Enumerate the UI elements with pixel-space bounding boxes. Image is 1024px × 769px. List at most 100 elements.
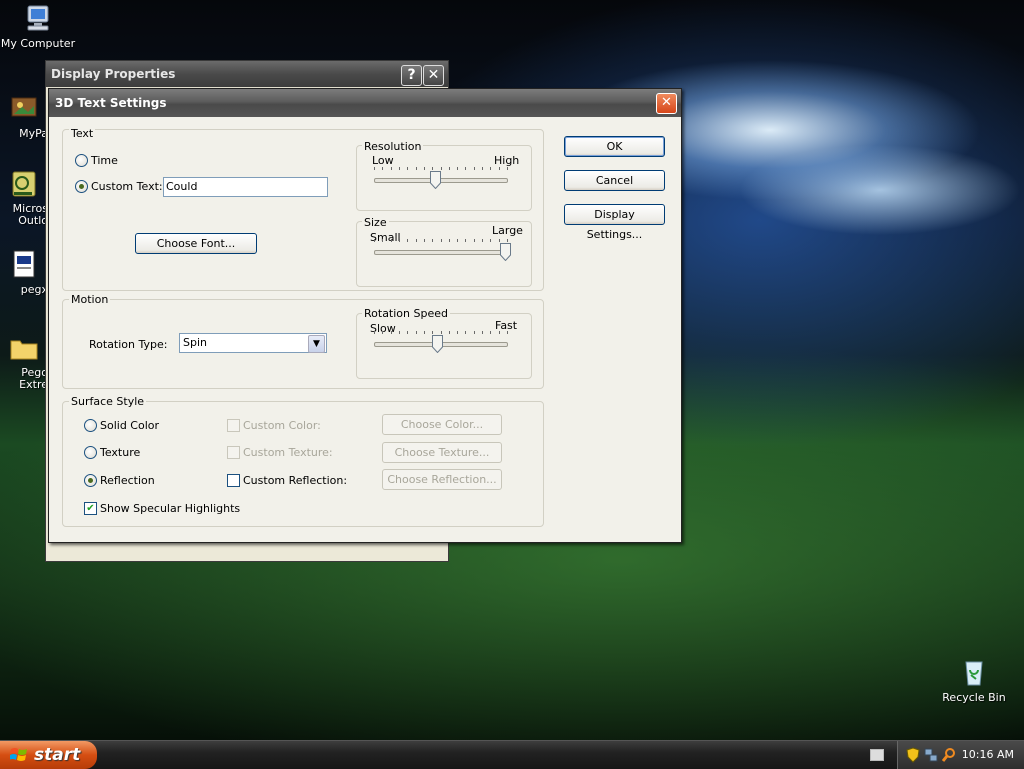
slider-thumb[interactable] xyxy=(430,171,441,189)
slider-tick xyxy=(432,239,433,242)
keyboard-icon[interactable] xyxy=(870,749,884,761)
slider-tick xyxy=(382,331,383,334)
rotation-speed-slider[interactable] xyxy=(374,331,508,355)
slider-thumb[interactable] xyxy=(432,335,443,353)
close-icon: ✕ xyxy=(661,95,672,110)
chevron-down-icon[interactable]: ▼ xyxy=(308,335,325,353)
display-properties-title: Display Properties xyxy=(51,67,176,81)
slider-tick xyxy=(449,331,450,334)
slider-tick xyxy=(407,331,408,334)
slider-tick xyxy=(499,239,500,242)
show-specular-checkbox[interactable]: ✔ xyxy=(84,502,97,515)
slider-tick xyxy=(407,167,408,170)
search-icon[interactable] xyxy=(942,747,956,763)
desktop-icon-pego[interactable]: Pego Extre xyxy=(0,332,48,391)
show-specular-label: Show Specular Highlights xyxy=(100,502,241,515)
start-button[interactable]: start xyxy=(0,741,97,769)
custom-text-label: Custom Text: xyxy=(91,180,163,193)
help-button[interactable]: ? xyxy=(401,65,422,86)
slider-tick xyxy=(391,167,392,170)
desktop-icon-my-computer[interactable]: My Computer xyxy=(0,2,76,50)
rotation-type-select[interactable]: Spin ▼ xyxy=(179,333,327,353)
slider-tick xyxy=(441,331,442,334)
slider-track xyxy=(374,178,508,183)
rotation-type-value: Spin xyxy=(183,336,207,349)
slider-tick xyxy=(499,331,500,334)
motion-group-title: Motion xyxy=(69,293,111,306)
close-icon: ✕ xyxy=(427,67,440,83)
resolution-slider[interactable] xyxy=(374,167,508,191)
slider-tick xyxy=(399,239,400,242)
display-properties-close-button[interactable]: ✕ xyxy=(423,65,444,86)
custom-reflection-checkbox[interactable] xyxy=(227,474,240,487)
slider-tick xyxy=(490,331,491,334)
network-icon[interactable] xyxy=(924,747,938,763)
slider-tick xyxy=(457,239,458,242)
mypictures-icon xyxy=(11,97,37,117)
choose-color-button[interactable]: Choose Color... xyxy=(382,414,502,435)
solid-color-radio[interactable] xyxy=(84,419,97,432)
slider-tick xyxy=(407,239,408,242)
slider-tick xyxy=(391,331,392,334)
desktop-icon-label: Recycle Bin xyxy=(942,691,1006,704)
rotation-type-label: Rotation Type: xyxy=(89,338,168,351)
desktop-icon-outlook[interactable]: Micros Outlo xyxy=(0,168,48,227)
slider-thumb[interactable] xyxy=(500,243,511,261)
time-radio[interactable] xyxy=(75,154,88,167)
custom-texture-checkbox[interactable] xyxy=(227,446,240,459)
slider-tick xyxy=(391,239,392,242)
display-properties-titlebar[interactable]: Display Properties xyxy=(46,61,448,87)
slider-tick xyxy=(382,239,383,242)
ok-button[interactable]: OK xyxy=(564,136,665,157)
resolution-title: Resolution xyxy=(362,140,424,153)
custom-text-radio[interactable] xyxy=(75,180,88,193)
3d-text-settings-dialog: 3D Text Settings ✕ Text Time Custom Text… xyxy=(48,88,682,543)
reflection-radio[interactable] xyxy=(84,474,97,487)
slider-tick xyxy=(465,239,466,242)
text-group-title: Text xyxy=(69,127,96,140)
slider-tick xyxy=(482,331,483,334)
help-icon: ? xyxy=(407,67,416,83)
clock[interactable]: 10:16 AM xyxy=(962,741,1014,769)
custom-text-input[interactable]: Could xyxy=(163,177,328,197)
time-label: Time xyxy=(91,154,118,167)
slider-tick xyxy=(474,331,475,334)
size-slider[interactable] xyxy=(374,239,511,263)
reflection-label: Reflection xyxy=(100,474,155,487)
windows-logo-icon xyxy=(10,748,27,761)
choose-font-button[interactable]: Choose Font... xyxy=(135,233,257,254)
slider-tick xyxy=(374,331,375,334)
slider-tick xyxy=(507,331,508,334)
dialog-close-button[interactable]: ✕ xyxy=(656,93,677,114)
slider-tick xyxy=(507,167,508,170)
custom-texture-label: Custom Texture: xyxy=(243,446,333,459)
security-shield-icon[interactable] xyxy=(906,747,920,763)
slider-tick xyxy=(424,331,425,334)
slider-tick xyxy=(482,167,483,170)
texture-radio[interactable] xyxy=(84,446,97,459)
desktop-icon-recycle-bin[interactable]: Recycle Bin xyxy=(936,656,1012,704)
slider-tick xyxy=(457,167,458,170)
slider-tick xyxy=(399,167,400,170)
desktop-icon-mypa[interactable]: MyPa xyxy=(0,92,48,140)
choose-texture-button[interactable]: Choose Texture... xyxy=(382,442,502,463)
my-computer-icon xyxy=(27,5,49,31)
dialog-client: Text Time Custom Text: Could Choose Font… xyxy=(49,117,681,542)
dialog-title: 3D Text Settings xyxy=(55,96,167,110)
slider-tick xyxy=(465,331,466,334)
slider-tick xyxy=(482,239,483,242)
slider-tick xyxy=(499,167,500,170)
desktop-icon-pegx[interactable]: pegx xyxy=(0,248,48,296)
cancel-button[interactable]: Cancel xyxy=(564,170,665,191)
dialog-titlebar[interactable]: 3D Text Settings xyxy=(49,89,681,117)
custom-color-checkbox[interactable] xyxy=(227,419,240,432)
desktop-icon-label: pegx xyxy=(20,283,48,296)
desktop-icon-label: MyPa xyxy=(19,127,48,140)
slider-tick xyxy=(474,167,475,170)
resolution-low-label: Low xyxy=(372,154,394,167)
display-settings-button[interactable]: Display Settings... xyxy=(564,204,665,241)
slider-tick xyxy=(424,167,425,170)
choose-reflection-button[interactable]: Choose Reflection... xyxy=(382,469,502,490)
start-label: start xyxy=(34,745,81,765)
size-large-label: Large xyxy=(492,224,523,237)
